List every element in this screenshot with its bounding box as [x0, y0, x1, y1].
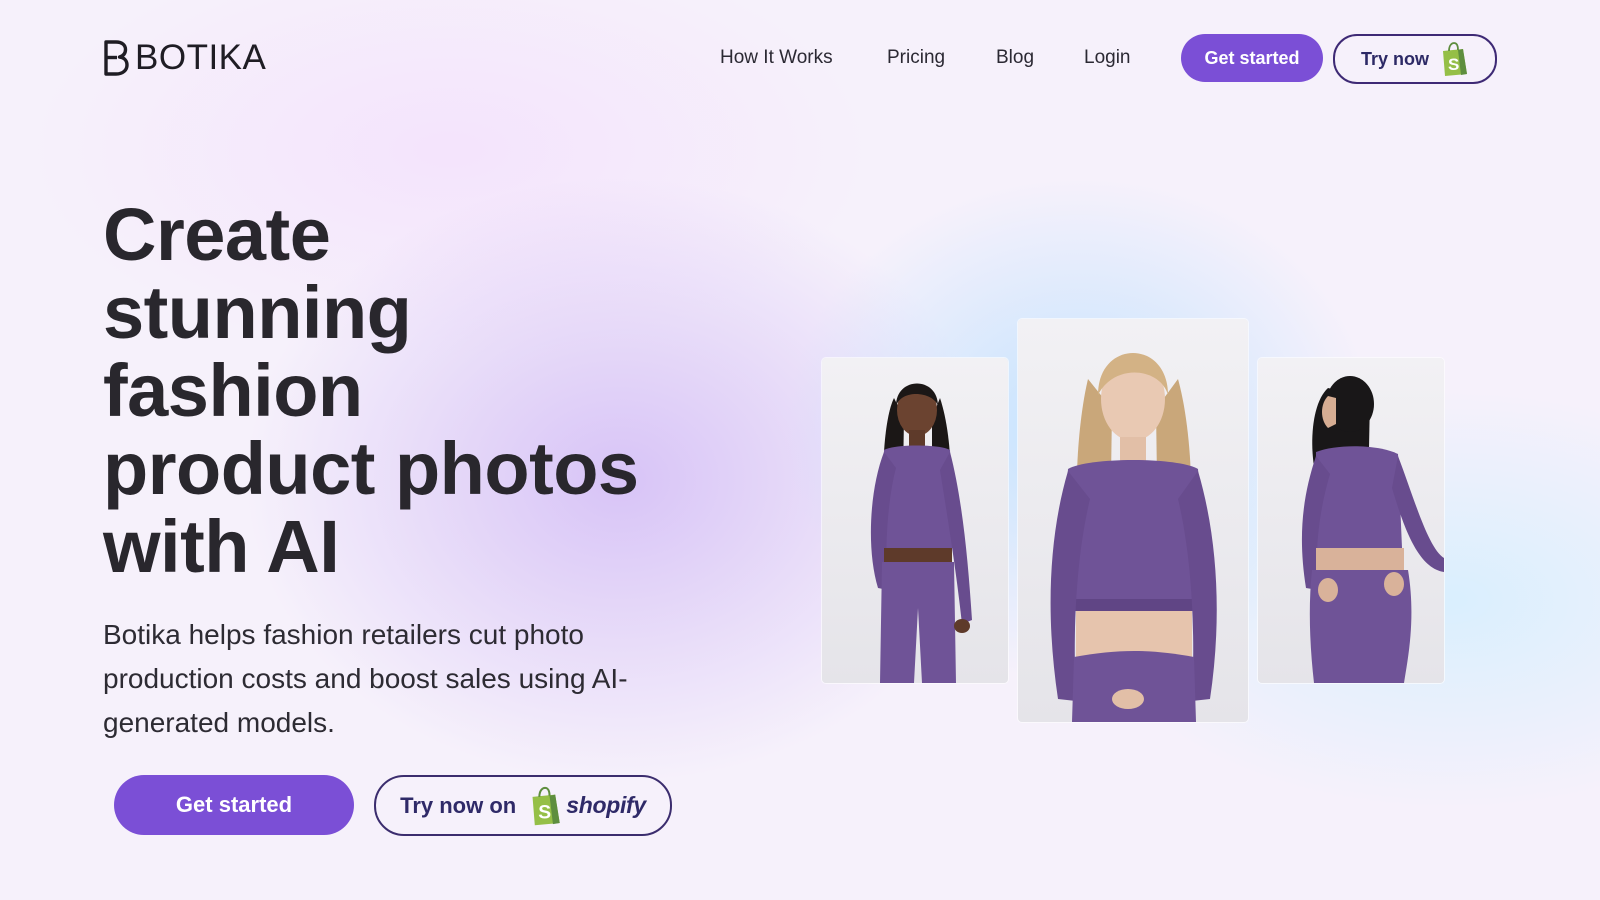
shopify-logo: S shopify	[528, 786, 646, 826]
hero-get-started-label: Get started	[175, 792, 293, 817]
svg-text:S: S	[538, 802, 551, 823]
shopify-bag-icon: S	[532, 786, 560, 825]
hero-title-line: product photos	[103, 427, 639, 510]
hero-get-started-button[interactable]: Get started	[114, 775, 354, 835]
header-try-now-label: Try now	[1360, 48, 1429, 69]
nav-login[interactable]: Login	[1084, 44, 1131, 72]
brand-name: BOTIKA	[135, 38, 267, 77]
hero-title-line: Create	[103, 193, 331, 276]
model-back-illustration	[1301, 376, 1444, 683]
hero-title: Create stunning fashion product photos w…	[103, 196, 743, 586]
nav-blog[interactable]: Blog	[996, 44, 1034, 72]
model-photo-center	[1018, 319, 1248, 722]
header-get-started-button[interactable]: Get started	[1181, 34, 1323, 82]
nav-pricing[interactable]: Pricing	[887, 44, 945, 72]
shopify-wordmark: shopify	[566, 792, 646, 818]
hero-try-shopify-button[interactable]: Try now on S shopify	[374, 775, 672, 836]
hero-title-line: with AI	[103, 505, 340, 588]
model-photo-left	[822, 358, 1008, 683]
model-front-blonde-illustration	[1050, 353, 1217, 722]
hero-title-line: fashion	[103, 349, 363, 432]
model-photo-right	[1258, 358, 1444, 683]
hero-try-now-label: Try now on	[400, 792, 517, 818]
nav-how-it-works[interactable]: How It Works	[720, 44, 833, 72]
hero-title-line: stunning	[103, 271, 412, 354]
brand-logo[interactable]: BOTIKA	[103, 40, 266, 76]
header-try-now-button[interactable]: Try now S	[1333, 34, 1497, 84]
shopify-bag-icon: S	[1443, 42, 1467, 76]
hero-subtitle: Botika helps fashion retailers cut photo…	[103, 619, 628, 738]
site-header: BOTIKA How It Works Pricing Blog Login G…	[0, 0, 1600, 118]
botika-logo-icon	[104, 40, 129, 76]
model-front-illustration	[870, 383, 972, 683]
header-get-started-label: Get started	[1204, 47, 1300, 68]
svg-text:S: S	[1448, 55, 1459, 74]
